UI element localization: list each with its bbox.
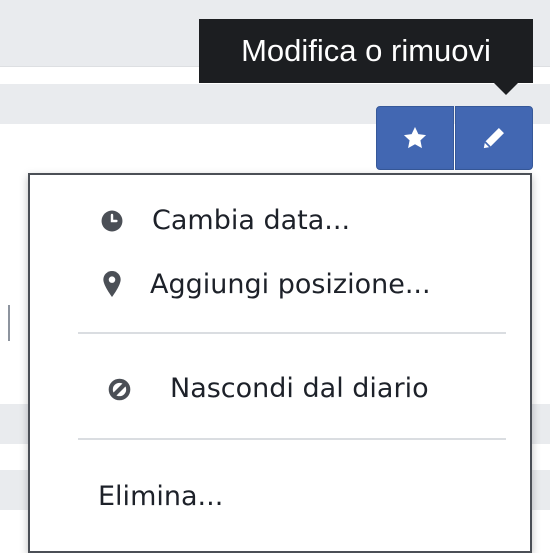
menu-item-label: Aggiungi posizione... — [150, 269, 431, 300]
favorite-button[interactable] — [376, 106, 454, 170]
menu-item-hide-from-timeline[interactable]: Nascondi dal diario — [30, 359, 530, 419]
menu-item-change-date[interactable]: Cambia data... — [30, 191, 530, 251]
menu-separator — [78, 332, 506, 334]
menu-separator — [78, 438, 506, 440]
location-pin-icon — [103, 271, 121, 297]
edit-button[interactable] — [455, 106, 533, 170]
menu-item-delete[interactable]: Elimina... — [30, 467, 530, 527]
menu-item-label: Cambia data... — [152, 205, 351, 236]
menu-item-add-location[interactable]: Aggiungi posizione... — [30, 255, 530, 315]
menu-item-label: Nascondi dal diario — [170, 373, 429, 404]
pencil-icon — [483, 128, 504, 149]
clock-icon — [101, 210, 123, 232]
tooltip: Modifica o rimuovi — [199, 19, 533, 83]
text-cursor — [8, 305, 10, 341]
tooltip-text: Modifica o rimuovi — [241, 33, 491, 68]
menu-item-label: Elimina... — [98, 481, 224, 512]
tooltip-arrow — [494, 83, 518, 95]
star-icon — [403, 126, 427, 149]
hide-icon — [108, 378, 131, 401]
edit-dropdown-menu: Cambia data... Aggiungi posizione... Nas… — [28, 173, 532, 553]
